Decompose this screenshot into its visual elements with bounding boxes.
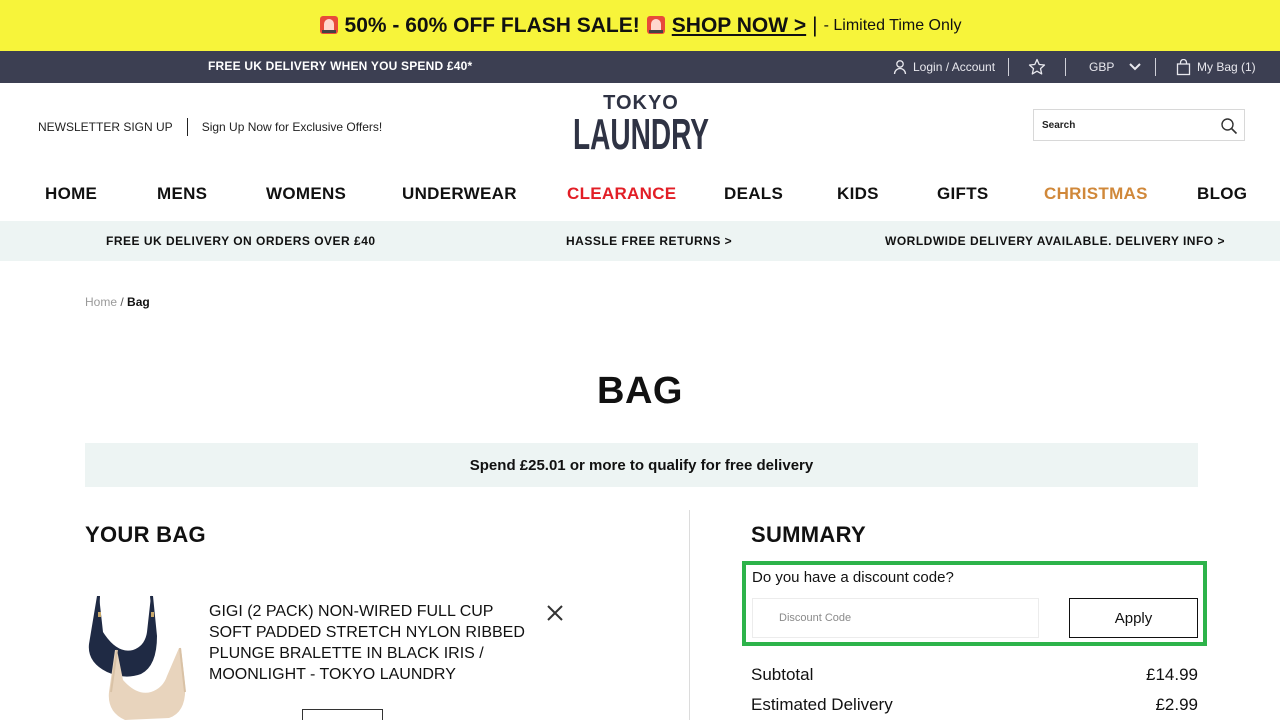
search-input[interactable] <box>1034 110 1214 140</box>
nav-clearance[interactable]: CLEARANCE <box>567 184 676 204</box>
limited-time-note: - Limited Time Only <box>823 16 962 34</box>
search-icon[interactable] <box>1220 117 1238 135</box>
breadcrumb: Home / Bag <box>85 295 150 309</box>
newsletter-offer: Sign Up Now for Exclusive Offers! <box>201 120 383 134</box>
nav-kids[interactable]: KIDS <box>837 184 879 204</box>
usp-bar: FREE UK DELIVERY ON ORDERS OVER £40 HASS… <box>0 221 1280 261</box>
breadcrumb-current: Bag <box>127 295 150 309</box>
nav-blog[interactable]: BLOG <box>1197 184 1247 204</box>
close-icon[interactable] <box>544 602 566 624</box>
chevron-down-icon <box>1129 63 1142 71</box>
estimated-delivery-label: Estimated Delivery <box>751 695 893 714</box>
nav-womens[interactable]: WOMENS <box>266 184 346 204</box>
breadcrumb-home[interactable]: Home <box>85 295 117 309</box>
usp-worldwide-delivery[interactable]: WORLDWIDE DELIVERY AVAILABLE. DELIVERY I… <box>885 234 1225 248</box>
tokyo-laundry-logo[interactable]: TOKYO LAUNDRY <box>570 87 712 155</box>
flash-divider: | <box>812 13 818 37</box>
star-icon <box>1028 58 1046 75</box>
shopping-bag-icon <box>1176 58 1191 75</box>
siren-icon <box>319 15 338 34</box>
shop-now-link[interactable]: SHOP NOW > <box>672 14 806 38</box>
flash-sale-banner: 50% - 60% OFF FLASH SALE! SHOP NOW > | -… <box>0 0 1280 51</box>
usp-free-delivery: FREE UK DELIVERY ON ORDERS OVER £40 <box>106 234 376 248</box>
user-icon <box>893 60 907 75</box>
product-image[interactable] <box>85 592 193 720</box>
site-header: NEWSLETTER SIGN UP Sign Up Now for Exclu… <box>0 83 1280 173</box>
utility-bar: FREE UK DELIVERY WHEN YOU SPEND £40* Log… <box>0 51 1280 83</box>
newsletter-divider <box>186 118 188 136</box>
apply-discount-button[interactable]: Apply <box>1069 598 1198 638</box>
your-bag-heading: YOUR BAG <box>85 522 206 547</box>
newsletter-label: NEWSLETTER SIGN UP <box>38 120 173 134</box>
currency-label: GBP <box>1089 60 1115 74</box>
currency-selector[interactable]: GBP <box>1089 51 1142 83</box>
summary-heading: SUMMARY <box>751 522 866 547</box>
nav-home[interactable]: HOME <box>45 184 97 204</box>
nav-deals[interactable]: DEALS <box>724 184 783 204</box>
logo-line-bottom: LAUNDRY <box>573 110 709 155</box>
my-bag-link[interactable]: My Bag (1) <box>1176 51 1256 83</box>
utility-separator <box>1155 58 1156 76</box>
nav-mens[interactable]: MENS <box>157 184 207 204</box>
nav-gifts[interactable]: GIFTS <box>937 184 989 204</box>
flash-sale-headline: 50% - 60% OFF FLASH SALE! <box>344 13 640 37</box>
discount-code-input[interactable] <box>752 598 1039 638</box>
free-delivery-promo: FREE UK DELIVERY WHEN YOU SPEND £40* <box>208 59 473 73</box>
nav-christmas[interactable]: CHRISTMAS <box>1044 184 1148 204</box>
search-box <box>1033 109 1245 141</box>
subtotal-label: Subtotal <box>751 665 814 684</box>
estimated-delivery-value: £2.99 <box>1155 695 1198 714</box>
usp-hassle-free-returns[interactable]: HASSLE FREE RETURNS > <box>566 234 732 248</box>
my-bag-label: My Bag (1) <box>1197 60 1256 74</box>
estimated-delivery-row: Estimated Delivery £2.99 <box>751 695 1198 715</box>
free-delivery-threshold-banner: Spend £25.01 or more to qualify for free… <box>85 443 1198 487</box>
product-name[interactable]: GIGI (2 PACK) NON-WIRED FULL CUP SOFT PA… <box>209 601 539 685</box>
newsletter-signup[interactable]: NEWSLETTER SIGN UP Sign Up Now for Exclu… <box>38 118 382 136</box>
subtotal-value: £14.99 <box>1146 665 1198 684</box>
login-account-link[interactable]: Login / Account <box>893 51 995 83</box>
wishlist-button[interactable] <box>1028 51 1046 83</box>
breadcrumb-separator: / <box>120 295 124 309</box>
login-label: Login / Account <box>913 60 996 74</box>
page-title: BAG <box>597 370 683 412</box>
siren-icon <box>646 15 665 34</box>
utility-separator <box>1065 58 1066 76</box>
nav-underwear[interactable]: UNDERWEAR <box>402 184 517 204</box>
quantity-selector[interactable] <box>302 709 383 720</box>
subtotal-row: Subtotal £14.99 <box>751 665 1198 685</box>
main-nav: HOME MENS WOMENS UNDERWEAR CLEARANCE DEA… <box>0 173 1280 218</box>
discount-question: Do you have a discount code? <box>752 569 954 586</box>
utility-separator <box>1008 58 1009 76</box>
column-divider <box>689 510 690 720</box>
